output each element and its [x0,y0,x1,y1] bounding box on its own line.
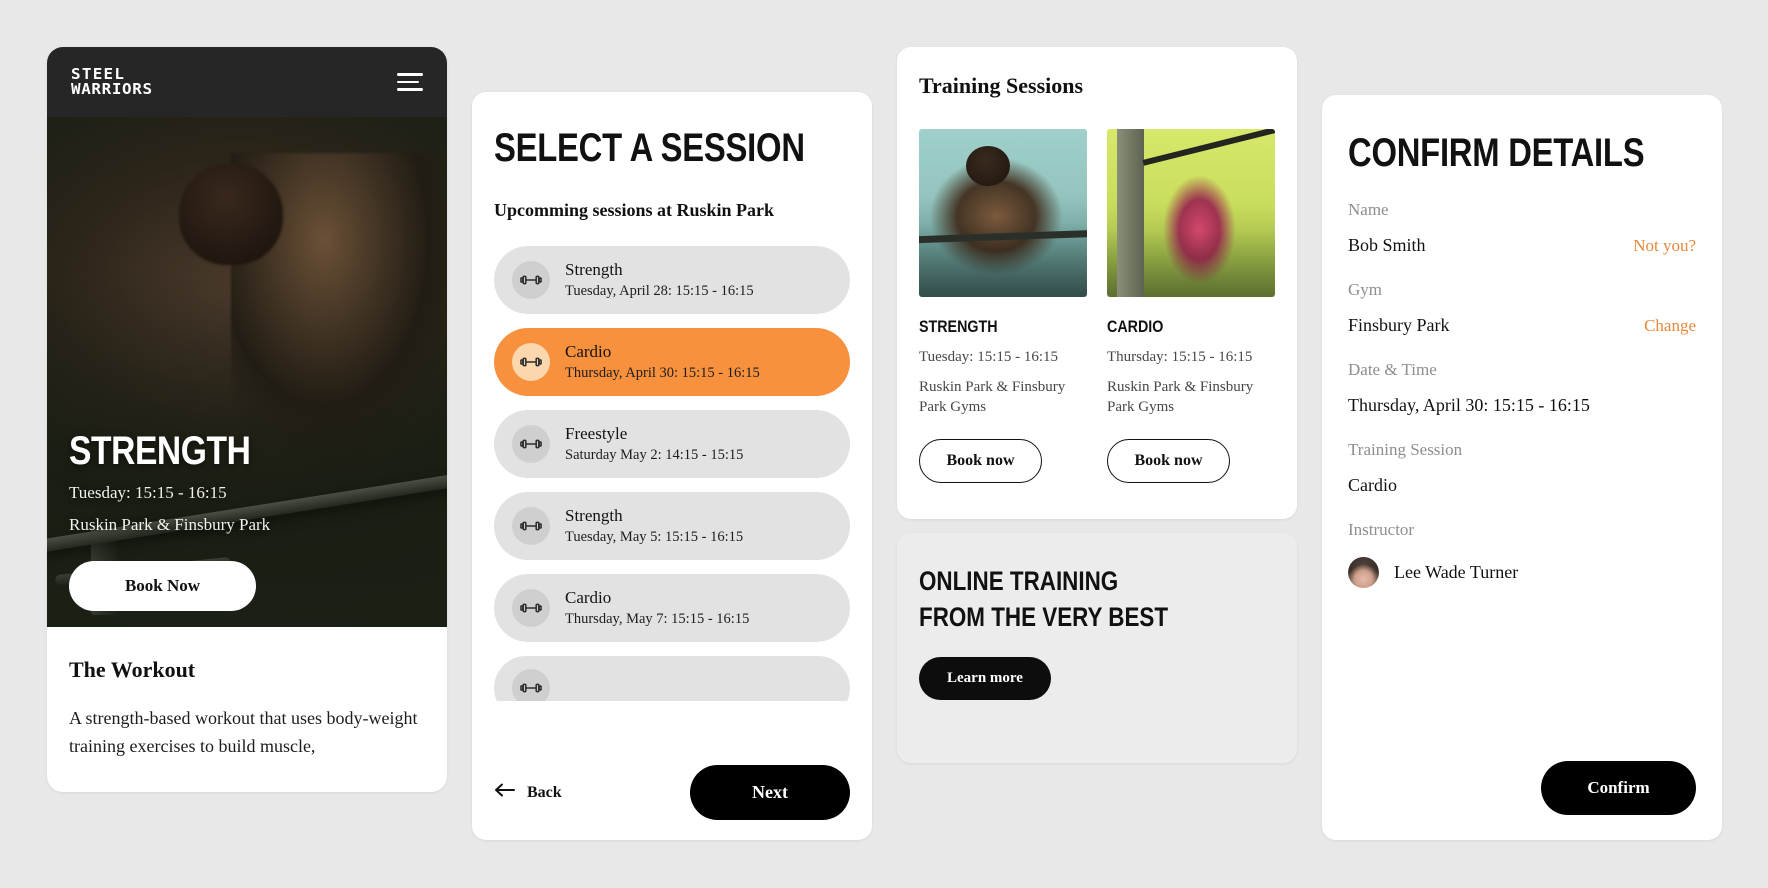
session-name: Strength [565,260,623,279]
steel-warriors-logo: STEEL WARRIORS [71,67,153,97]
promo-heading-line-1: ONLINE TRAINING [919,566,1119,596]
hero-image: STRENGTH Tuesday: 15:15 - 16:15 Ruskin P… [47,117,447,627]
field-value: Cardio [1348,475,1397,495]
instructor-name: Lee Wade Turner [1394,562,1519,582]
select-session-title: SELECT A SESSION [494,126,805,170]
session-name: Freestyle [565,424,628,443]
select-session-card: SELECT A SESSION Upcomming sessions at R… [472,92,872,840]
select-session-subtitle: Upcomming sessions at Ruskin Park [494,200,775,220]
session-time: Thursday, April 30: 15:15 - 16:15 [565,365,760,381]
hero-time: Tuesday: 15:15 - 16:15 [69,483,227,502]
book-now-button[interactable]: Book Now [69,561,256,611]
field-label: Instructor [1348,520,1415,539]
session-time: Thursday, May 7: 15:15 - 16:15 [565,611,750,627]
dumbbell-icon [512,507,550,545]
session-list-item-partial[interactable] [494,656,850,701]
session-list[interactable]: Strength Tuesday, April 28: 15:15 - 16:1… [494,246,850,701]
dumbbell-icon [512,343,550,381]
field-training-session: Training Session Cardio [1348,440,1696,496]
session-list-item[interactable]: Cardio Thursday, May 7: 15:15 - 16:15 [494,574,850,642]
cardio-session-image [1107,129,1275,297]
hero-title: STRENGTH [69,429,251,473]
session-time: Saturday May 2: 14:15 - 15:15 [565,447,744,463]
session-time: Tuesday, April 28: 15:15 - 16:15 [565,283,754,299]
field-gym: Gym Finsbury Park Change [1348,280,1696,336]
session-name: Cardio [565,588,612,607]
back-button-label: Back [527,783,562,801]
training-sessions-title: Training Sessions [919,73,1084,98]
confirm-details-card: CONFIRM DETAILS Name Bob Smith Not you? … [1322,95,1722,840]
training-tile-time: Thursday: 15:15 - 16:15 [1107,349,1253,365]
confirm-details-title: CONFIRM DETAILS [1348,131,1645,175]
screen: STEEL WARRIORS STRENGTH Tuesday: 15:15 -… [0,0,1768,888]
hamburger-icon[interactable] [397,73,423,91]
arrow-left-icon [494,783,516,802]
workout-heading: The Workout [69,657,196,682]
training-tile-name: CARDIO [1107,317,1164,336]
hero-copy: STRENGTH Tuesday: 15:15 - 16:15 Ruskin P… [69,429,429,535]
phone-mockup-card: STEEL WARRIORS STRENGTH Tuesday: 15:15 -… [47,47,447,792]
session-list-item-selected[interactable]: Cardio Thursday, April 30: 15:15 - 16:15 [494,328,850,396]
athlete-head [179,162,283,265]
dumbbell-icon [512,589,550,627]
dumbbell-icon [512,425,550,463]
training-tile-name: STRENGTH [919,317,998,336]
not-you-link[interactable]: Not you? [1633,236,1696,256]
field-date-time: Date & Time Thursday, April 30: 15:15 - … [1348,360,1696,416]
wizard-footer: Back Next [494,765,850,820]
training-tile-location: Ruskin Park & Finsbury Park Gyms [1107,379,1254,415]
training-tile-time: Tuesday: 15:15 - 16:15 [919,349,1059,365]
dumbbell-icon [512,669,550,701]
promo-heading: ONLINE TRAINING FROM THE VERY BEST [919,563,1214,635]
logo-line-2: WARRIORS [71,80,153,98]
field-name: Name Bob Smith Not you? [1348,200,1696,256]
training-tile-location: Ruskin Park & Finsbury Park Gyms [919,379,1066,415]
dumbbell-icon [512,261,550,299]
app-header: STEEL WARRIORS [47,47,447,117]
book-now-button[interactable]: Book now [919,439,1042,483]
field-label: Date & Time [1348,360,1437,379]
session-list-item[interactable]: Strength Tuesday, May 5: 15:15 - 16:15 [494,492,850,560]
back-button[interactable]: Back [494,783,562,802]
learn-more-button[interactable]: Learn more [919,657,1051,700]
change-gym-link[interactable]: Change [1644,316,1696,336]
training-sessions-card: Training Sessions STRENGTH Tuesday: 15:1… [897,47,1297,519]
training-tile: CARDIO Thursday: 15:15 - 16:15 Ruskin Pa… [1107,129,1275,483]
field-label: Name [1348,200,1389,219]
training-tile: STRENGTH Tuesday: 15:15 - 16:15 Ruskin P… [919,129,1087,483]
workout-section: The Workout A strength-based workout tha… [47,627,447,760]
field-label: Gym [1348,280,1382,299]
strength-session-image [919,129,1087,297]
book-now-button[interactable]: Book now [1107,439,1230,483]
next-button[interactable]: Next [690,765,850,820]
promo-heading-line-2: FROM THE VERY BEST [919,602,1169,632]
hero-location: Ruskin Park & Finsbury Park [69,515,271,534]
session-time: Tuesday, May 5: 15:15 - 16:15 [565,529,744,545]
field-value: Thursday, April 30: 15:15 - 16:15 [1348,395,1590,415]
workout-body: A strength-based workout that uses body-… [69,708,418,756]
online-training-promo-card: ONLINE TRAINING FROM THE VERY BEST Learn… [897,533,1297,763]
field-value: Finsbury Park [1348,315,1450,335]
field-label: Training Session [1348,440,1463,459]
session-list-item[interactable]: Strength Tuesday, April 28: 15:15 - 16:1… [494,246,850,314]
session-name: Strength [565,506,623,525]
field-value: Bob Smith [1348,235,1426,255]
confirm-button[interactable]: Confirm [1541,761,1696,815]
session-name: Cardio [565,342,612,361]
field-instructor: Instructor Lee Wade Turner [1348,520,1696,588]
avatar [1348,557,1379,588]
training-tiles: STRENGTH Tuesday: 15:15 - 16:15 Ruskin P… [919,129,1275,483]
session-list-item[interactable]: Freestyle Saturday May 2: 14:15 - 15:15 [494,410,850,478]
